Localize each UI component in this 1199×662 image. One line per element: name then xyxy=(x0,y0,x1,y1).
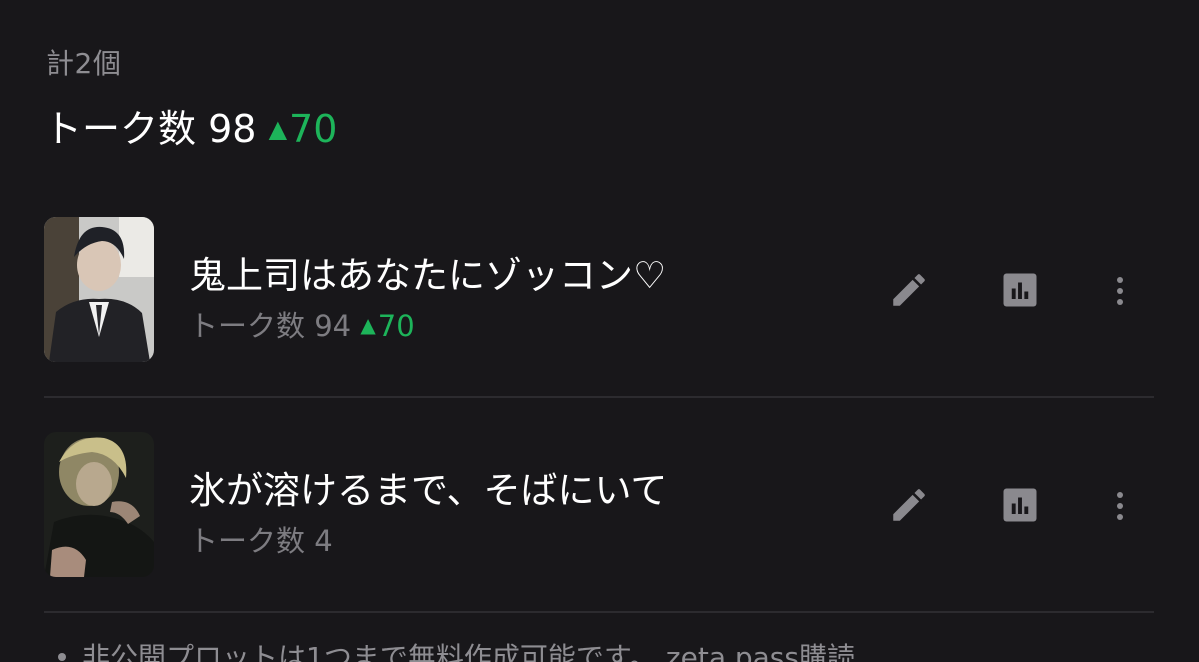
talk-total-value: 98 xyxy=(208,107,257,151)
plot-list-screen: 計2個 トーク数 98 ▲70 鬼上司はあなたにゾッコン♡ トーク数 94 ▲7… xyxy=(0,0,1199,662)
talk-total-delta: ▲70 xyxy=(269,107,338,151)
item-talk-count: トーク数 94 ▲70 xyxy=(189,303,415,345)
bullet-icon xyxy=(58,653,66,661)
bar-chart-icon[interactable] xyxy=(1002,272,1038,308)
item-title[interactable]: 氷が溶けるまで、そばにいて xyxy=(189,460,667,514)
item-talk-value: 94 xyxy=(314,309,352,343)
pencil-icon[interactable] xyxy=(888,269,930,311)
item-talk-value: 4 xyxy=(314,524,333,558)
talk-total: トーク数 98 ▲70 xyxy=(44,98,337,153)
item-talk-delta-value: 70 xyxy=(377,309,415,343)
list-item[interactable]: 氷が溶けるまで、そばにいて トーク数 4 xyxy=(44,432,1154,612)
row-divider xyxy=(44,396,1154,398)
pencil-icon[interactable] xyxy=(888,484,930,526)
more-vertical-icon[interactable] xyxy=(1108,488,1132,524)
character-thumbnail[interactable] xyxy=(44,217,154,362)
more-vertical-icon[interactable] xyxy=(1108,273,1132,309)
item-title[interactable]: 鬼上司はあなたにゾッコン♡ xyxy=(189,245,666,299)
item-count: 計2個 xyxy=(46,47,122,80)
item-talk-delta: ▲70 xyxy=(360,309,414,343)
up-triangle-icon: ▲ xyxy=(268,115,288,143)
character-thumbnail[interactable] xyxy=(44,432,154,577)
talk-total-delta-value: 70 xyxy=(289,107,338,151)
bar-chart-icon[interactable] xyxy=(1002,487,1038,523)
item-talk-count: トーク数 4 xyxy=(189,518,333,560)
item-talk-label: トーク数 xyxy=(189,524,306,558)
item-talk-label: トーク数 xyxy=(189,309,306,343)
list-item[interactable]: 鬼上司はあなたにゾッコン♡ トーク数 94 ▲70 xyxy=(44,217,1154,397)
up-triangle-icon: ▲ xyxy=(360,313,376,337)
talk-total-label: トーク数 xyxy=(44,107,197,151)
footer-note-text: 非公開プロットは1つまで無料作成可能です。 zeta pass購読 xyxy=(82,641,855,662)
row-divider xyxy=(44,611,1154,613)
footer-note: 非公開プロットは1つまで無料作成可能です。 zeta pass購読 xyxy=(58,636,855,662)
